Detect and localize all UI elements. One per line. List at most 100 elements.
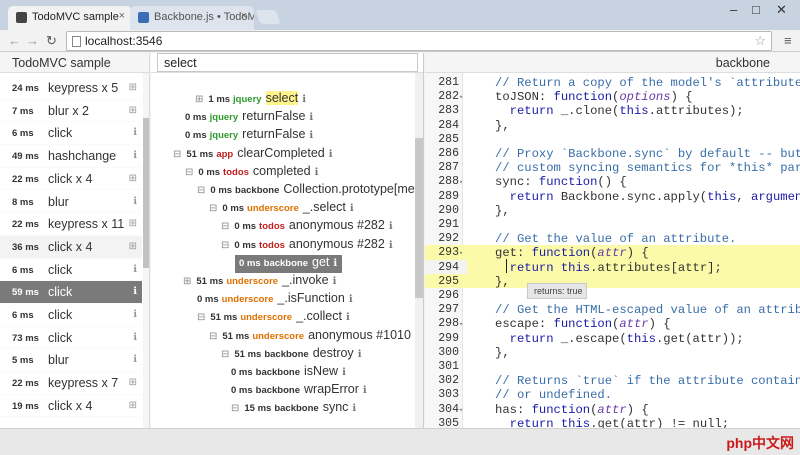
info-icon[interactable]: ℹ [133,354,137,365]
fold-icon[interactable]: ▾ [459,406,463,415]
info-icon[interactable]: ℹ [133,286,137,297]
event-label: blur x 2 [48,103,89,118]
call-tree-row[interactable]: ⊟ 0 ms todos completed ℹ [185,164,318,182]
info-icon[interactable]: ℹ [333,258,337,269]
tab-close-icon[interactable]: × [119,10,125,22]
expand-group-icon[interactable]: ⊞ [129,377,137,388]
tab-todomvc-sample[interactable]: TodoMVC sample × [8,6,132,30]
call-tree-row[interactable]: ⊟ 51 ms app clearCompleted ℹ [173,146,333,164]
collapse-icon[interactable]: ⊟ [221,349,229,360]
event-row[interactable]: 49 ms hashchange ℹ [0,145,142,168]
new-tab-button[interactable] [255,10,281,24]
tab-backbone-todomvc[interactable]: Backbone.js • TodoMVC × [130,6,254,30]
call-tree-row[interactable]: 0 ms backbone get ℹ [235,254,343,273]
expand-group-icon[interactable]: ⊞ [129,173,137,184]
call-tree-scroll-thumb[interactable] [415,138,423,298]
event-row[interactable]: 8 ms blur ℹ [0,191,142,214]
forward-icon[interactable]: → [26,33,39,48]
collapse-icon[interactable]: ⊟ [197,185,205,196]
call-tree-row[interactable]: ⊞ 1 ms jquery select ℹ [195,91,306,109]
expand-group-icon[interactable]: ⊞ [129,400,137,411]
minimize-icon[interactable]: – [730,2,737,17]
tab-close-icon[interactable]: × [241,10,247,22]
call-tree-row[interactable]: 0 ms backbone wrapError ℹ [231,382,367,400]
info-icon[interactable]: ℹ [133,332,137,343]
info-icon[interactable]: ℹ [133,127,137,138]
expand-group-icon[interactable]: ⊞ [129,105,137,116]
event-row[interactable]: 22 ms keypress x 11 ⊞ [0,213,142,236]
expand-group-icon[interactable]: ⊞ [129,218,137,229]
call-tree-row[interactable]: ⊟ 15 ms backbone sync ℹ [231,400,356,418]
search-input[interactable]: select [157,53,418,72]
info-icon[interactable]: ℹ [133,309,137,320]
call-tree-row[interactable]: ⊟ 0 msbackboneCollection.prototype[method… [197,182,423,200]
expand-group-icon[interactable]: ⊞ [129,82,137,93]
collapse-icon[interactable]: ⊟ [197,312,205,323]
call-tree-row[interactable]: ⊞ 51 ms underscore _.invoke ℹ [183,273,336,291]
call-tree-row[interactable]: ⊟ 51 ms underscore _.collect ℹ [197,309,350,327]
collapse-icon[interactable]: ⊟ [231,403,239,414]
collapse-icon[interactable]: ⊟ [221,240,229,251]
call-tree-row[interactable]: ⊟ 0 ms underscore _.select ℹ [209,200,354,218]
close-window-icon[interactable]: ✕ [776,2,787,18]
fold-icon[interactable]: ▾ [459,249,463,258]
info-icon[interactable]: ℹ [342,367,346,378]
reload-icon[interactable]: ↻ [46,33,57,49]
collapse-icon[interactable]: ⊟ [209,331,217,342]
collapse-icon[interactable]: ⊟ [173,149,181,160]
event-row[interactable]: 19 ms click x 4 ⊞ [0,395,142,418]
info-icon[interactable]: ℹ [133,150,137,161]
call-tree-row[interactable]: 0 ms underscore _.isFunction ℹ [197,291,353,309]
event-row[interactable]: 36 ms click x 4 ⊞ [0,235,142,259]
collapse-icon[interactable]: ⊟ [185,167,193,178]
info-icon[interactable]: ℹ [389,240,393,251]
event-row[interactable]: 6 ms click ℹ [0,259,142,282]
event-list-scroll-thumb[interactable] [143,118,149,268]
expand-icon[interactable]: ⊞ [195,94,203,105]
info-icon[interactable]: ℹ [349,294,353,305]
info-icon[interactable]: ℹ [358,349,362,360]
call-tree-row[interactable]: 0 ms jquery returnFalse ℹ [185,127,313,145]
info-icon[interactable]: ℹ [309,130,313,141]
back-icon[interactable]: ← [8,33,21,48]
event-row[interactable]: 59 ms click ℹ [0,281,142,304]
info-icon[interactable]: ℹ [329,149,333,160]
info-icon[interactable]: ℹ [333,276,337,287]
info-icon[interactable]: ℹ [315,167,319,178]
event-row[interactable]: 5 ms blur ℹ [0,349,142,373]
event-row[interactable]: 7 ms blur x 2 ⊞ [0,100,142,123]
bookmark-star-icon[interactable]: ☆ [754,33,766,49]
expand-icon[interactable]: ⊞ [183,276,191,287]
info-icon[interactable]: ℹ [309,112,313,123]
info-icon[interactable]: ℹ [302,94,306,105]
fold-icon[interactable]: ▾ [459,178,463,187]
call-tree-row[interactable]: 0 ms backbone isNew ℹ [231,364,346,382]
fold-icon[interactable]: ▾ [459,320,463,329]
event-row[interactable]: 73 ms click ℹ [0,327,142,350]
info-icon[interactable]: ℹ [133,196,137,207]
call-tree-row[interactable]: ⊟ 51 ms backbone destroy ℹ [221,346,362,364]
event-row[interactable]: 22 ms click x 4 ⊞ [0,168,142,191]
info-icon[interactable]: ℹ [363,385,367,396]
info-icon[interactable]: ℹ [133,264,137,275]
info-icon[interactable]: ℹ [350,203,354,214]
collapse-icon[interactable]: ⊟ [221,221,229,232]
fold-icon[interactable]: ▾ [459,93,463,102]
event-row[interactable]: 6 ms click ℹ [0,122,142,146]
collapse-icon[interactable]: ⊟ [209,203,217,214]
expand-group-icon[interactable]: ⊞ [129,241,137,252]
code-editor[interactable]: returns: true 281 // Return a copy of the… [425,73,800,428]
call-tree-row[interactable]: 0 ms jquery returnFalse ℹ [185,109,313,127]
maximize-icon[interactable]: □ [752,2,760,17]
menu-icon[interactable]: ≡ [784,33,792,48]
call-tree-row[interactable]: ⊟51 msunderscoreanonymous #1010ℹ [209,328,419,346]
address-bar[interactable]: localhost:3546 ☆ [66,31,772,51]
event-row[interactable]: 22 ms keypress x 7 ⊞ [0,372,142,395]
info-icon[interactable]: ℹ [346,312,350,323]
info-icon[interactable]: ℹ [352,403,356,414]
event-row[interactable]: 24 ms keypress x 5 ⊞ [0,77,142,100]
call-tree-row[interactable]: ⊟ 0 ms todos anonymous #282 ℹ [221,218,393,236]
call-tree-row[interactable]: ⊟ 0 ms todos anonymous #282 ℹ [221,237,393,255]
event-row[interactable]: 6 ms click ℹ [0,304,142,327]
info-icon[interactable]: ℹ [389,221,393,232]
